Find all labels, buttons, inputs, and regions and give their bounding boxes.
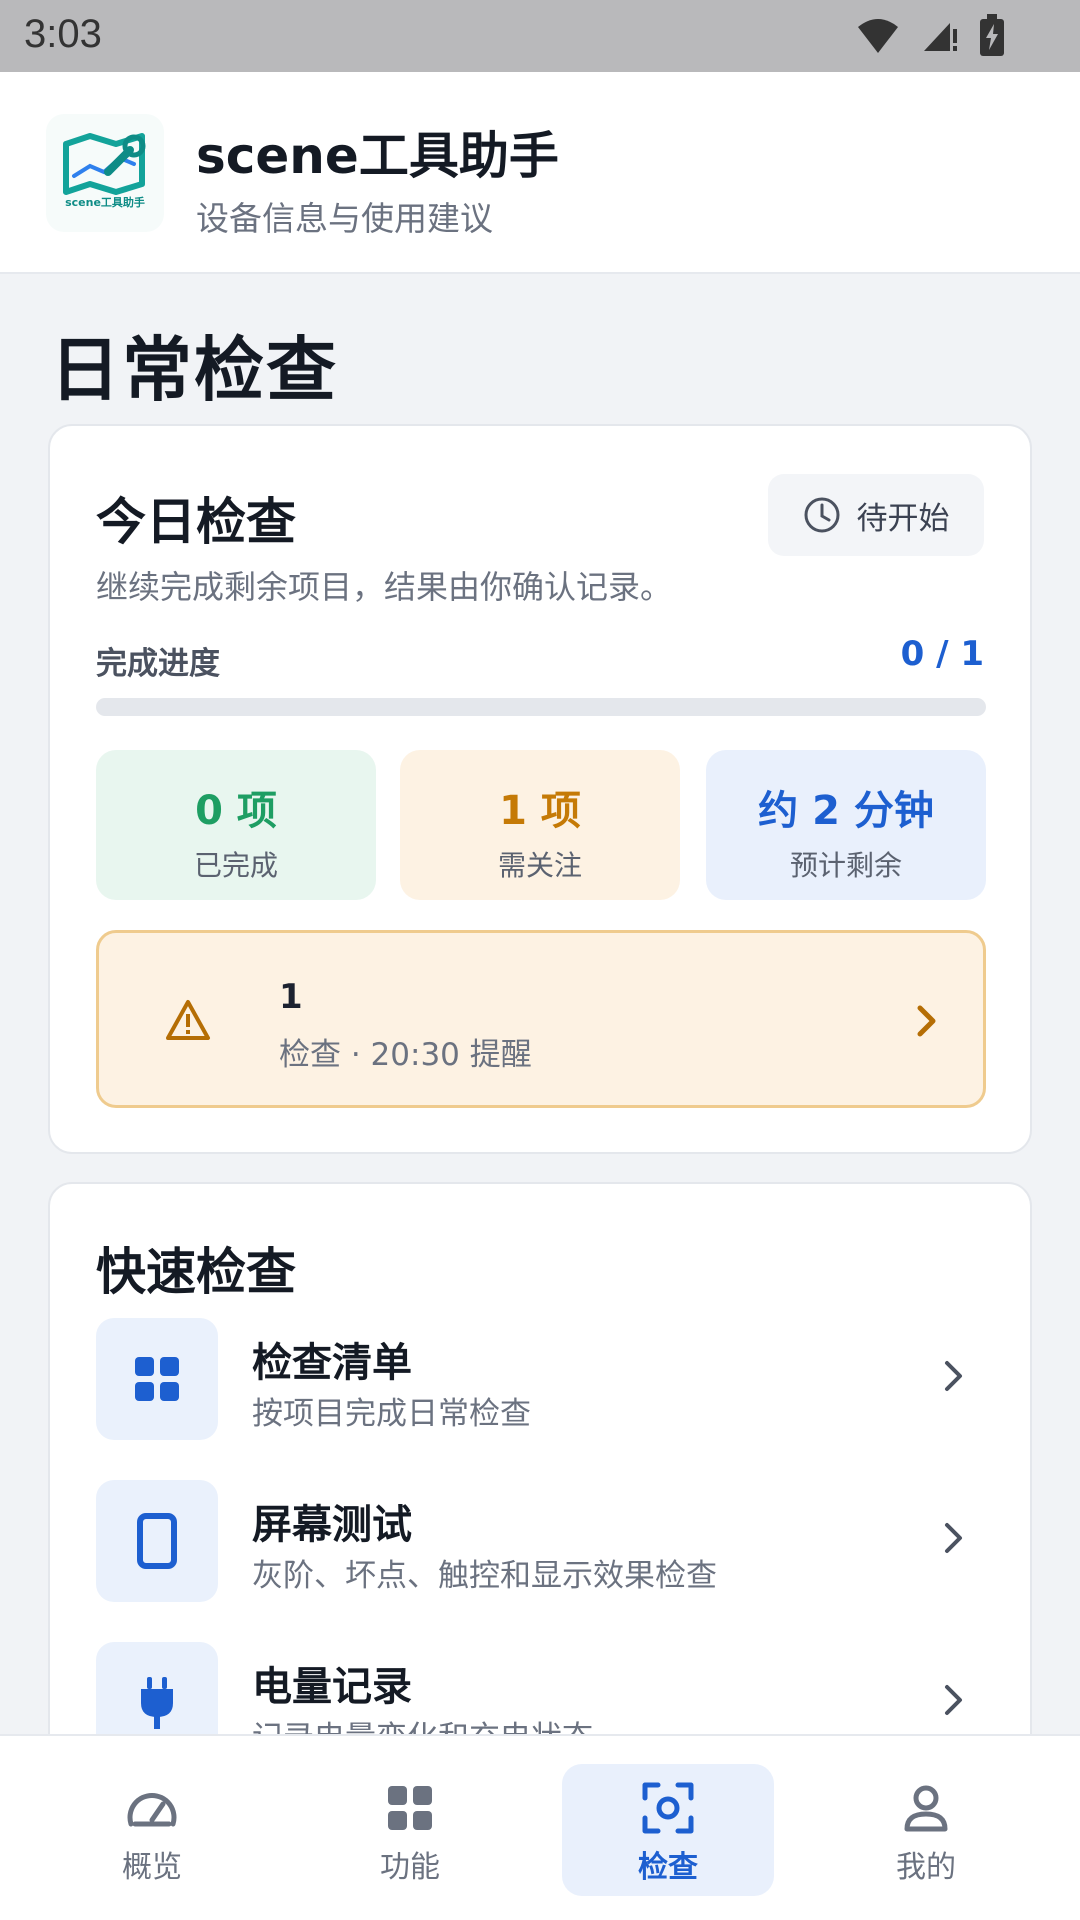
clock-icon bbox=[804, 497, 839, 533]
scan-icon bbox=[642, 1782, 694, 1834]
app-title: scene工具助手 bbox=[196, 127, 559, 185]
app-subtitle: 设备信息与使用建议 bbox=[196, 199, 493, 238]
status-bar: 3:03 bbox=[0, 0, 1080, 72]
status-badge-label: 待开始 bbox=[856, 500, 950, 537]
quick-item-screen-test[interactable]: 屏幕测试 灰阶、坏点、触控和显示效果检查 bbox=[96, 1480, 986, 1602]
stat-remaining-time: 约 2 分钟 预计剩余 bbox=[706, 750, 986, 900]
battery-icon bbox=[980, 14, 1004, 56]
map-wrench-icon bbox=[63, 133, 146, 195]
warning-icon bbox=[166, 1000, 210, 1040]
app-logo-caption: scene工具助手 bbox=[65, 196, 145, 209]
stat-attention-label: 需关注 bbox=[497, 849, 582, 882]
wifi-icon bbox=[858, 19, 898, 53]
status-badge: 待开始 bbox=[768, 474, 984, 556]
quick-item-icon-box bbox=[96, 1318, 218, 1440]
today-check-description: 继续完成剩余项目，结果由你确认记录。 bbox=[96, 568, 673, 606]
reminder-banner[interactable]: 1 检查 · 20:30 提醒 bbox=[96, 930, 986, 1108]
quick-item-subtitle: 灰阶、坏点、触控和显示效果检查 bbox=[252, 1558, 717, 1594]
today-check-title: 今日检查 bbox=[96, 493, 296, 551]
status-icons bbox=[856, 14, 1004, 56]
page-title: 日常检查 bbox=[50, 329, 338, 411]
stat-completed-label: 已完成 bbox=[193, 849, 278, 882]
signal-icon bbox=[924, 23, 957, 51]
nav-icon-wrap bbox=[820, 1782, 1032, 1834]
quick-item-checklist[interactable]: 检查清单 按项目完成日常检查 bbox=[96, 1318, 986, 1440]
person-icon bbox=[904, 1785, 948, 1832]
app-logo: scene工具助手 bbox=[46, 114, 164, 232]
chevron-right-icon bbox=[945, 1523, 962, 1553]
stat-completed-value: 0 项 bbox=[195, 788, 277, 834]
stat-remaining-time-label: 预计剩余 bbox=[789, 849, 902, 882]
nav-icon-wrap bbox=[46, 1782, 258, 1834]
progress-bar bbox=[96, 698, 986, 716]
reminder-subtitle: 检查 · 20:30 提醒 bbox=[279, 1037, 532, 1073]
chevron-right-icon bbox=[917, 1005, 936, 1037]
nav-item-features[interactable]: 功能 bbox=[304, 1764, 516, 1896]
status-time: 3:03 bbox=[24, 12, 102, 56]
chevron-right-icon bbox=[945, 1361, 962, 1391]
nav-label: 功能 bbox=[380, 1850, 440, 1885]
app-header: scene工具助手 scene工具助手 设备信息与使用建议 bbox=[0, 72, 1080, 274]
nav-item-check[interactable]: 检查 bbox=[562, 1764, 774, 1896]
progress-label: 完成进度 bbox=[96, 646, 220, 682]
nav-label: 我的 bbox=[896, 1850, 956, 1885]
bottom-nav: 概览 功能 检查 我的 bbox=[0, 1734, 1080, 1920]
nav-icon-wrap bbox=[562, 1782, 774, 1834]
quick-item-label: 电量记录 bbox=[252, 1664, 412, 1710]
chevron-right-icon bbox=[945, 1685, 962, 1715]
quick-item-subtitle: 按项目完成日常检查 bbox=[252, 1396, 531, 1432]
nav-item-profile[interactable]: 我的 bbox=[820, 1764, 1032, 1896]
stat-attention-value: 1 项 bbox=[499, 788, 581, 834]
quick-item-icon-box bbox=[96, 1480, 218, 1602]
nav-label: 概览 bbox=[122, 1850, 182, 1885]
quick-check-title: 快速检查 bbox=[96, 1243, 296, 1301]
today-check-card: 今日检查 待开始 继续完成剩余项目，结果由你确认记录。 完成进度 0 / 1 0… bbox=[48, 424, 1032, 1154]
gauge-icon bbox=[127, 1792, 177, 1827]
progress-value: 0 / 1 bbox=[900, 634, 984, 674]
stat-completed: 0 项 已完成 bbox=[96, 750, 376, 900]
nav-icon-wrap bbox=[304, 1782, 516, 1834]
nav-item-overview[interactable]: 概览 bbox=[46, 1764, 258, 1896]
quick-item-label: 屏幕测试 bbox=[252, 1502, 412, 1548]
grid-icon bbox=[135, 1357, 179, 1401]
screen: 3:03 scene工具助手 scene工具助手 设备信息与使用建议 日常检查 … bbox=[0, 0, 1080, 1920]
stat-attention: 1 项 需关注 bbox=[400, 750, 680, 900]
phone-icon bbox=[137, 1513, 177, 1569]
nav-label: 检查 bbox=[638, 1850, 698, 1885]
stat-remaining-time-value: 约 2 分钟 bbox=[758, 788, 934, 834]
grid-icon bbox=[388, 1786, 432, 1830]
quick-item-label: 检查清单 bbox=[252, 1340, 412, 1386]
plug-icon bbox=[141, 1677, 173, 1729]
reminder-title: 1 bbox=[279, 977, 303, 1017]
